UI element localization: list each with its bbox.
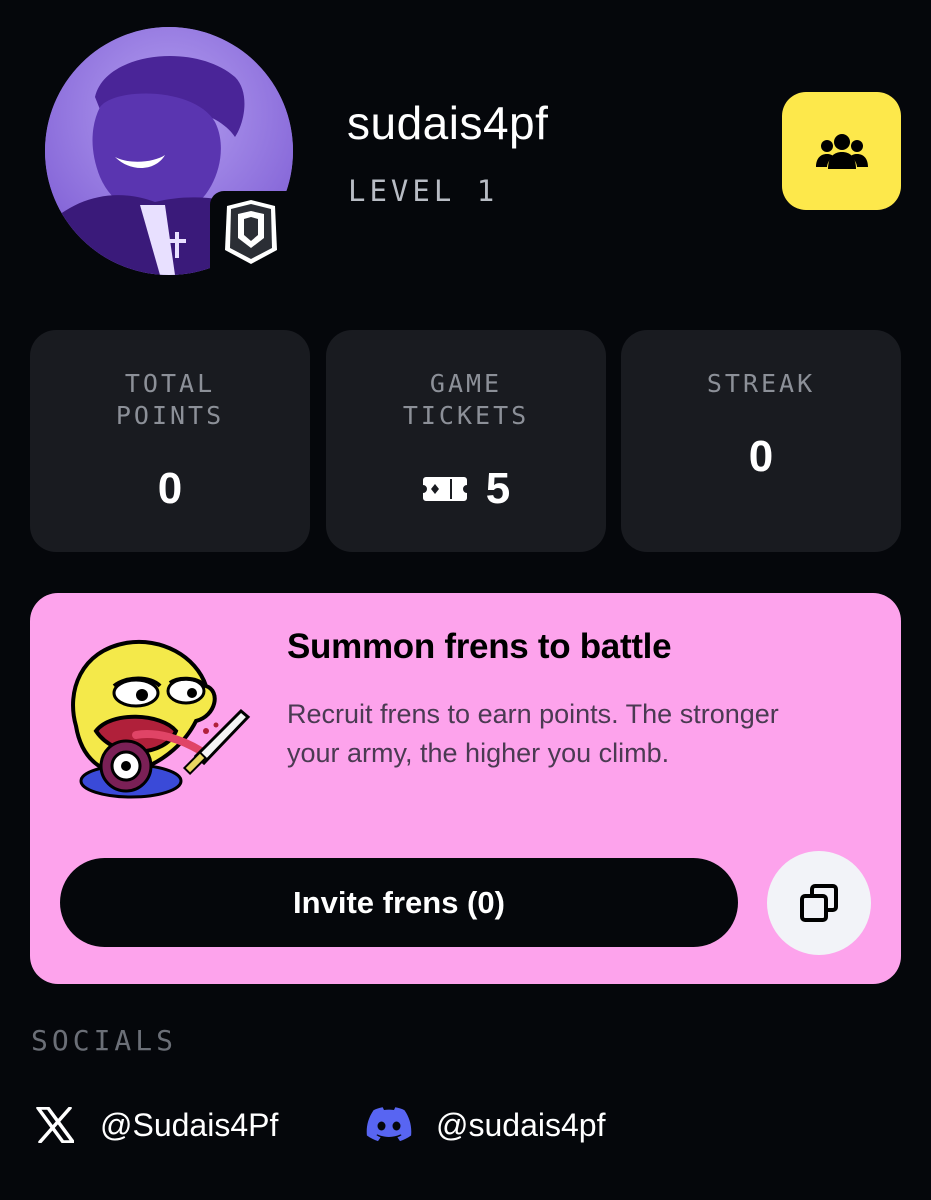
stat-label: STREAK: [706, 369, 816, 398]
summon-title: Summon frens to battle: [287, 627, 672, 666]
stat-value: 0: [157, 464, 183, 513]
social-x[interactable]: @Sudais4Pf: [36, 1100, 278, 1150]
pepe-warrior-illustration: [71, 639, 251, 799]
stat-total-points: TOTAL POINTS 0: [30, 330, 310, 552]
stat-label: GAME TICKETS: [402, 369, 530, 430]
x-handle: @Sudais4Pf: [100, 1106, 279, 1143]
frens-button[interactable]: [782, 92, 901, 210]
discord-handle: @sudais4pf: [436, 1106, 606, 1143]
stat-label: TOTAL POINTS: [115, 369, 225, 430]
username: sudais4pf: [347, 97, 549, 149]
group-icon: [815, 134, 868, 169]
socials-label: SOCIALS: [31, 1024, 178, 1057]
social-discord[interactable]: @sudais4pf: [366, 1100, 605, 1150]
stat-value: 5: [485, 464, 511, 513]
summon-card: Summon frens to battle Recruit frens to …: [30, 593, 901, 984]
ticket-icon: [422, 477, 467, 501]
level-label: LEVEL 1: [348, 174, 499, 208]
stat-game-tickets: GAME TICKETS 5: [326, 330, 606, 552]
rank-badge: [210, 191, 292, 273]
shield-rank-icon: [225, 200, 277, 264]
stat-value: 0: [748, 432, 774, 481]
copy-invite-link-button[interactable]: [767, 851, 871, 955]
ticket-value-row: 5: [326, 464, 606, 514]
discord-icon: [366, 1107, 412, 1142]
stat-streak: STREAK 0: [621, 330, 901, 552]
x-logo-icon: [36, 1107, 74, 1143]
invite-frens-button[interactable]: Invite frens (0): [60, 858, 738, 947]
copy-icon: [800, 884, 838, 922]
summon-description: Recruit frens to earn points. The strong…: [287, 699, 779, 768]
